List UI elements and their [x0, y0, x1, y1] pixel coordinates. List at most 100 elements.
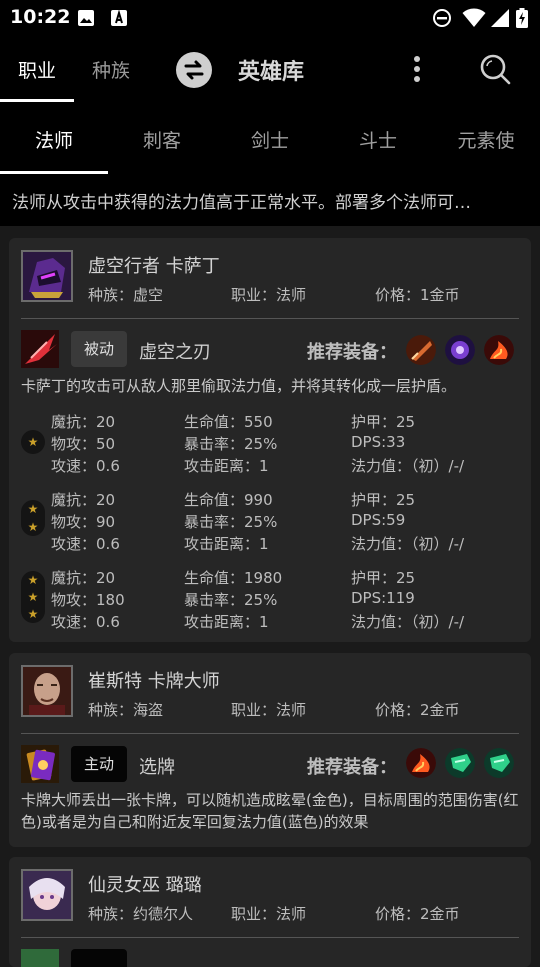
recommended-items-label: 推荐装备： [307, 342, 397, 363]
tab-mage[interactable]: 法师 [0, 126, 108, 153]
hero-name: 虚空行者 卡萨丁 [88, 256, 220, 277]
segment-race[interactable]: 种族 [92, 56, 130, 83]
stat-mana: 法力值：（初）/-/ [351, 457, 465, 475]
stat-as: 攻速：0.6 [51, 457, 120, 475]
cellular-signal-icon [491, 9, 509, 27]
wifi-icon [462, 8, 486, 27]
hero-price: 价格：2金币 [375, 701, 460, 719]
recommended-items-label: 推荐装备： [307, 757, 397, 778]
stat-mr: 魔抗：20 [51, 491, 116, 509]
search-icon [480, 54, 511, 85]
stat-range: 攻击距离：1 [184, 535, 269, 553]
star-level-2: ★ ★ [21, 500, 45, 536]
stat-mana: 法力值：（初）/-/ [351, 613, 465, 631]
stat-range: 攻击距离：1 [184, 457, 269, 475]
do-not-disturb-icon [433, 9, 451, 27]
flame-item-icon[interactable] [406, 748, 436, 778]
more-vert-icon [414, 56, 420, 82]
tab-brawler[interactable]: 斗士 [324, 126, 432, 153]
stat-hp: 生命值：1980 [184, 569, 283, 587]
stat-hp: 生命值：550 [184, 413, 273, 431]
status-bar: 10:22 [0, 0, 540, 36]
stat-armor: 护甲：25 [351, 413, 416, 431]
stat-armor: 护甲：25 [351, 569, 416, 587]
skill-description: 卡萨丁的攻击可从敌人那里偷取法力值，并将其转化成一层护盾。 [21, 377, 457, 395]
app-bar: 职业 种族 英雄库 [0, 36, 540, 102]
skill-type-badge: 主动 [71, 746, 127, 782]
class-tabs: 法师 刺客 剑士 斗士 元素使 [0, 102, 540, 174]
twisted-fate-portrait-icon [23, 667, 71, 715]
stat-mr: 魔抗：20 [51, 413, 116, 431]
lulu-portrait-icon [23, 871, 71, 919]
stat-armor: 护甲：25 [351, 491, 416, 509]
class-description: 法师从攻击中获得的法力值高于正常水平。部署多个法师可… [12, 193, 471, 213]
status-time: 10:22 [10, 6, 71, 28]
stat-as: 攻速：0.6 [51, 535, 120, 553]
gallery-notification-icon [78, 10, 94, 26]
flame-item-icon[interactable] [484, 335, 514, 365]
hero-card[interactable]: 崔斯特 卡牌大师 种族：海盗 职业：法师 价格：2金币 主动 选牌 推荐装备： … [9, 653, 531, 847]
hero-portrait[interactable] [21, 250, 73, 302]
app-notification-icon [111, 9, 127, 26]
class-description-bar[interactable]: 法师从攻击中获得的法力值高于正常水平。部署多个法师可… [0, 174, 540, 226]
stat-mr: 魔抗：20 [51, 569, 116, 587]
swap-arrows-icon [184, 60, 204, 80]
hero-race: 种族：虚空 [88, 286, 164, 304]
star-level-3: ★ ★ ★ [21, 571, 45, 623]
sword-item-icon[interactable] [406, 335, 436, 365]
star-icon: ★ [27, 590, 39, 604]
hero-card[interactable]: 仙灵女巫 璐璐 种族：约德尔人 职业：法师 价格：2金币 [9, 857, 531, 967]
stat-mana: 法力值：（初）/-/ [351, 535, 465, 553]
hero-price: 价格：1金币 [375, 286, 460, 304]
star-icon: ★ [27, 502, 39, 516]
skill-name: 虚空之刃 [139, 342, 211, 363]
skill-name: 选牌 [139, 757, 175, 778]
stat-as: 攻速：0.6 [51, 613, 120, 631]
stat-dps: DPS:119 [351, 589, 415, 607]
skill-description: 卡牌大师丢出一张卡牌，可以随机造成眩晕(金色)，目标周围的范围伤害(红色)或者是… [21, 791, 519, 831]
pick-a-card-skill-icon[interactable] [21, 745, 59, 783]
hero-portrait[interactable] [21, 665, 73, 717]
hero-class: 职业：法师 [231, 286, 307, 304]
swap-button[interactable] [176, 52, 212, 88]
star-icon: ★ [27, 520, 39, 534]
tab-swordsman[interactable]: 剑士 [216, 126, 324, 153]
stat-hp: 生命值：990 [184, 491, 273, 509]
stat-crit: 暴击率：25% [184, 591, 278, 609]
purple-orb-item-icon[interactable] [445, 335, 475, 365]
battery-charging-icon [516, 8, 528, 28]
stat-dps: DPS:33 [351, 433, 406, 451]
hero-name: 仙灵女巫 璐璐 [88, 875, 202, 896]
hero-class: 职业：法师 [231, 905, 307, 923]
stat-ad: 物攻：90 [51, 513, 116, 531]
hero-name: 崔斯特 卡牌大师 [88, 671, 220, 692]
segment-profession[interactable]: 职业 [18, 56, 56, 83]
hero-price: 价格：2金币 [375, 905, 460, 923]
star-icon: ★ [27, 573, 39, 587]
tab-elementalist[interactable]: 元素使 [432, 126, 540, 153]
hero-portrait[interactable] [21, 869, 73, 921]
page-title: 英雄库 [238, 60, 305, 85]
stat-dps: DPS:59 [351, 511, 406, 529]
skill-type-badge: 被动 [71, 331, 127, 367]
tab-assassin[interactable]: 刺客 [108, 126, 216, 153]
hero-class: 职业：法师 [231, 701, 307, 719]
void-blade-skill-icon[interactable] [21, 330, 59, 368]
stat-ad: 物攻：50 [51, 435, 116, 453]
stat-crit: 暴击率：25% [184, 513, 278, 531]
stat-range: 攻击距离：1 [184, 613, 269, 631]
skill-icon[interactable] [21, 949, 59, 967]
divider [21, 318, 519, 319]
star-icon: ★ [27, 607, 39, 621]
divider [21, 733, 519, 734]
hero-card[interactable]: 虚空行者 卡萨丁 种族：虚空 职业：法师 价格：1金币 被动 虚空之刃 推荐装备… [9, 238, 531, 642]
more-options-button[interactable] [404, 54, 430, 84]
green-gauntlet-item-icon[interactable] [445, 748, 475, 778]
skill-type-badge [71, 949, 127, 967]
search-button[interactable] [478, 52, 512, 86]
green-gauntlet-item-icon[interactable] [484, 748, 514, 778]
hero-race: 种族：约德尔人 [88, 905, 194, 923]
hero-race: 种族：海盗 [88, 701, 164, 719]
stat-crit: 暴击率：25% [184, 435, 278, 453]
kassadin-portrait-icon [23, 252, 71, 300]
